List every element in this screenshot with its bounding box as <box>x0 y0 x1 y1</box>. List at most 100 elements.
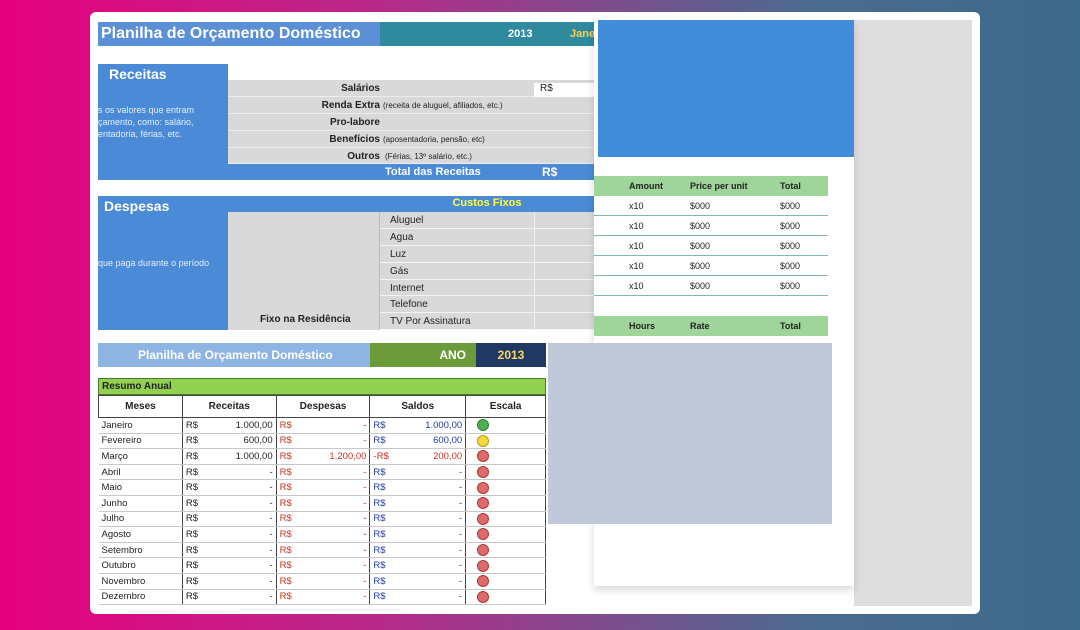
despesas-cell[interactable]: R$ - <box>276 542 371 559</box>
scale-cell <box>465 464 546 481</box>
fixed-item: Aluguel <box>380 212 594 229</box>
row-label: Salários <box>341 83 380 94</box>
saldo-cell[interactable]: R$ - <box>369 542 467 559</box>
month-cell[interactable]: Outubro <box>98 557 183 574</box>
row-note: (receita de aluguel, afiliados, etc.) <box>383 101 503 110</box>
scale-indicator-icon <box>477 450 490 463</box>
receitas-cell[interactable]: R$ - <box>182 542 277 559</box>
col-escala: Escala <box>465 395 546 418</box>
month-cell[interactable]: Março <box>98 448 183 465</box>
despesas-cell[interactable]: R$ - <box>276 573 371 590</box>
month-cell[interactable]: Novembro <box>98 573 183 590</box>
row-label: Outros <box>347 151 380 162</box>
saldo-cell[interactable]: R$ - <box>369 589 467 606</box>
total-label: Total das Receitas <box>385 166 481 178</box>
summary-year: 2013 <box>476 343 546 367</box>
hours-table-header: Hours Rate Total <box>594 316 828 336</box>
scale-indicator-icon <box>477 466 490 479</box>
receitas-cell[interactable]: R$ - <box>182 573 277 590</box>
despesas-cell[interactable]: R$ - <box>276 557 371 574</box>
month-cell[interactable]: Abril <box>98 464 183 481</box>
month-cell[interactable]: Agosto <box>98 526 183 543</box>
col-receitas: Receitas <box>181 395 277 418</box>
table-row: Julho R$ - R$ - R$ - <box>98 511 546 528</box>
receitas-cell[interactable]: R$ - <box>182 557 277 574</box>
saldo-cell[interactable]: -R$ 200,00 <box>369 448 467 465</box>
table-row: Abril R$ - R$ - R$ - <box>98 464 546 481</box>
invoice-table-header: Amount Price per unit Total <box>594 176 828 196</box>
sheet-month: Jane <box>570 28 596 40</box>
saldo-cell[interactable]: R$ - <box>369 464 467 481</box>
saldo-cell[interactable]: R$ 600,00 <box>369 433 467 450</box>
invoice-row: x10 $000 $000 <box>594 196 828 216</box>
table-row: Setembro R$ - R$ - R$ - <box>98 542 546 559</box>
receitas-cell[interactable]: R$ - <box>182 511 277 528</box>
invoice-row: x10 $000 $000 <box>594 276 828 296</box>
fixed-item: Telefone <box>380 296 594 313</box>
receitas-cell[interactable]: R$ - <box>182 479 277 496</box>
receitas-cell[interactable]: R$ 1.000,00 <box>182 448 277 465</box>
despesas-cell[interactable]: R$ - <box>276 511 371 528</box>
fixed-item: Luz <box>380 246 594 263</box>
despesas-cell[interactable]: R$ - <box>276 495 371 512</box>
summary-sheet-title: Planilha de Orçamento Doméstico <box>98 343 370 367</box>
saldo-cell[interactable]: R$ - <box>369 479 467 496</box>
month-cell[interactable]: Dezembro <box>98 589 183 606</box>
saldo-cell[interactable]: R$ - <box>369 573 467 590</box>
scale-cell <box>465 526 546 543</box>
scale-indicator-icon <box>477 590 490 603</box>
table-row: Agosto R$ - R$ - R$ - <box>98 526 546 543</box>
receitas-cell[interactable]: R$ 600,00 <box>182 433 277 450</box>
despesas-cell[interactable]: R$ - <box>276 464 371 481</box>
receitas-cell[interactable]: R$ - <box>182 526 277 543</box>
scale-cell <box>465 589 546 606</box>
fixo-group-cell: Fixo na Residência <box>228 212 380 330</box>
month-cell[interactable]: Janeiro <box>98 417 183 434</box>
right-gray-strip <box>854 20 972 606</box>
receitas-title: Receitas <box>109 66 167 82</box>
fixed-item: TV Por Assinatura <box>380 313 594 330</box>
scale-indicator-icon <box>477 512 490 525</box>
invoice-row: x10 $000 $000 <box>594 256 828 276</box>
col-meses: Meses <box>98 395 183 418</box>
row-value[interactable]: R$ <box>534 83 594 97</box>
month-cell[interactable]: Fevereiro <box>98 433 183 450</box>
month-cell[interactable]: Julho <box>98 511 183 528</box>
annual-summary-sheet: Planilha de Orçamento Doméstico ANO 2013… <box>98 343 546 607</box>
saldo-cell[interactable]: R$ - <box>369 557 467 574</box>
scale-indicator-icon <box>477 419 490 432</box>
table-row: Fevereiro R$ 600,00 R$ - R$ 600,00 <box>98 433 546 450</box>
receitas-cell[interactable]: R$ 1.000,00 <box>182 417 277 434</box>
scale-cell <box>465 495 546 512</box>
row-label: Pro-labore <box>329 117 380 128</box>
row-note: (aposentadoria, pensão, etc) <box>383 135 485 144</box>
receitas-cell[interactable]: R$ - <box>182 589 277 606</box>
table-row: Outubro R$ - R$ - R$ - <box>98 557 546 574</box>
receitas-cell[interactable]: R$ - <box>182 464 277 481</box>
table-row: Janeiro R$ 1.000,00 R$ - R$ 1.000,00 <box>98 417 546 434</box>
scale-indicator-icon <box>477 528 490 541</box>
despesas-cell[interactable]: R$ 1.200,00 <box>276 448 371 465</box>
month-cell[interactable]: Maio <box>98 479 183 496</box>
receitas-cell[interactable]: R$ - <box>182 495 277 512</box>
saldo-cell[interactable]: R$ - <box>369 526 467 543</box>
sheet-year: 2013 <box>508 28 533 40</box>
invoice-row: x10 $000 $000 <box>594 216 828 236</box>
saldo-cell[interactable]: R$ 1.000,00 <box>369 417 467 434</box>
despesas-cell[interactable]: R$ - <box>276 589 371 606</box>
image-placeholder-block <box>548 343 832 524</box>
col-despesas: Despesas <box>275 395 371 418</box>
ano-label: ANO <box>370 343 476 367</box>
despesas-cell[interactable]: R$ - <box>276 526 371 543</box>
despesas-cell[interactable]: R$ - <box>276 417 371 434</box>
month-cell[interactable]: Setembro <box>98 542 183 559</box>
sheet-title: Planilha de Orçamento Doméstico <box>98 22 380 46</box>
month-cell[interactable]: Junho <box>98 495 183 512</box>
invoice-row: x10 $000 $000 <box>594 236 828 256</box>
saldo-cell[interactable]: R$ - <box>369 511 467 528</box>
saldo-cell[interactable]: R$ - <box>369 495 467 512</box>
despesas-cell[interactable]: R$ - <box>276 433 371 450</box>
scale-indicator-icon <box>477 481 490 494</box>
despesas-cell[interactable]: R$ - <box>276 479 371 496</box>
fixed-item: Agua <box>380 229 594 246</box>
